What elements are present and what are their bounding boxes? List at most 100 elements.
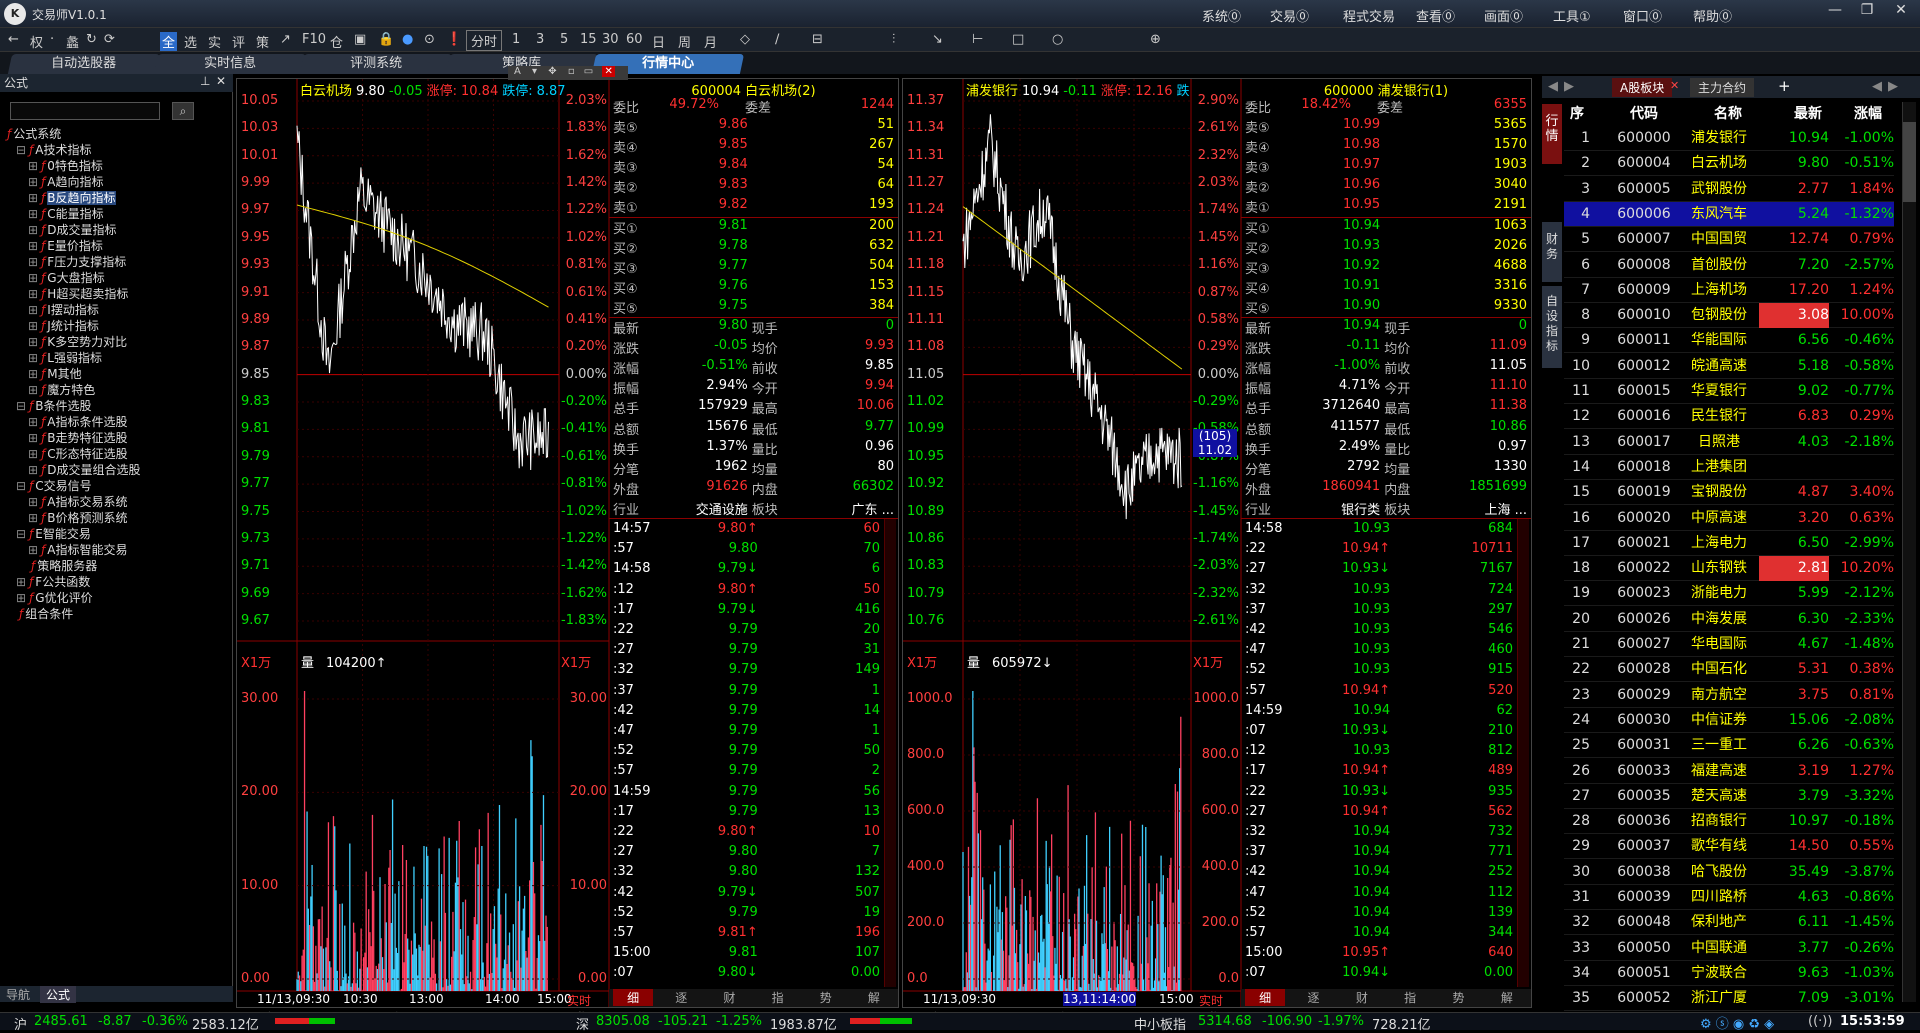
tree-node[interactable]: ƒ 组合条件 (0, 606, 233, 622)
period-3-button[interactable]: 3 (536, 32, 544, 47)
tree-node[interactable]: ⊞ ƒ A指标条件选股 (0, 414, 233, 430)
menu-tools[interactable]: 工具① (1553, 6, 1591, 25)
tree-node[interactable]: ⊞ ƒ J统计指标 (0, 318, 233, 334)
tick-scrollbar[interactable] (1517, 519, 1529, 987)
draw-target-icon[interactable]: ⊕ (1150, 32, 1161, 47)
draw-channel-icon[interactable]: ⊟ (812, 32, 823, 47)
quote-row[interactable]: 3 600005 武钢股份 2.77 1.84% (1564, 177, 1894, 202)
tab-auto-screener[interactable]: 自动选股器 (7, 54, 161, 74)
period-1-button[interactable]: 1 (512, 32, 520, 47)
close-button[interactable]: ✕ (1886, 2, 1916, 24)
strategy-button[interactable]: 策 (256, 32, 269, 51)
quote-row[interactable]: 31 600039 四川路桥 4.63 -0.86% (1564, 885, 1894, 910)
realtime-label[interactable]: 实时 (567, 992, 591, 1009)
expand-icon[interactable]: ⊞ (28, 447, 38, 461)
menu-view[interactable]: 查看⓪ (1416, 6, 1455, 25)
tree-node[interactable]: ⊟ ƒ B条件选股 (0, 398, 233, 414)
expand-icon[interactable]: ⊞ (28, 159, 38, 173)
expand-icon[interactable]: ⊞ (28, 175, 38, 189)
quote-row[interactable]: 8 600010 包钢股份 3.08 10.00% (1564, 303, 1894, 329)
tree-node[interactable]: ⊟ ƒ E智能交易 (0, 526, 233, 542)
scroll-right-icon[interactable]: ▶ (1888, 79, 1898, 94)
tab-formula[interactable]: 公式 (40, 986, 77, 1003)
tree-node[interactable]: ⊞ ƒ G大盘指标 (0, 270, 233, 286)
quote-row[interactable]: 13 600017 日照港 4.03 -2.18% (1564, 430, 1894, 455)
back-icon[interactable]: ← (8, 32, 19, 47)
expand-icon[interactable]: ⊞ (28, 463, 38, 477)
quote-row[interactable]: 33 600050 中国联通 3.77 -0.26% (1564, 936, 1894, 961)
quote-row[interactable]: 30 600038 哈飞股份 35.49 -3.87% (1564, 860, 1894, 885)
formula-search-input[interactable] (10, 102, 160, 120)
tree-node[interactable]: ⊞ ƒ D成交量指标 (0, 222, 233, 238)
expand-icon[interactable]: ⊞ (28, 287, 38, 301)
next-icon[interactable]: ▶ (1564, 79, 1574, 94)
prev-icon[interactable]: ◀ (1548, 79, 1558, 94)
quote-row[interactable]: 6 600008 首创股份 7.20 -2.57% (1564, 253, 1894, 278)
tree-node[interactable]: ƒ 公式系统 (0, 126, 233, 142)
tree-node[interactable]: ⊞ ƒ C能量指标 (0, 206, 233, 222)
tree-node[interactable]: ⊞ ƒ G优化评价 (0, 590, 233, 606)
quote-row[interactable]: 2 600004 白云机场 9.80 -0.51% (1564, 151, 1894, 177)
expand-icon[interactable]: ⊞ (28, 351, 38, 365)
add-tab-icon[interactable]: + (1778, 77, 1791, 95)
quote-row[interactable]: 9 600011 华能国际 6.56 -0.46% (1564, 328, 1894, 354)
realtime-button[interactable]: 实 (208, 32, 221, 51)
menu-trade[interactable]: 交易⓪ (1270, 6, 1309, 25)
quote-row[interactable]: 25 600031 三一重工 6.26 -0.63% (1564, 733, 1894, 759)
quote-list-scrollbar[interactable] (1902, 102, 1916, 1002)
expand-icon[interactable]: ⊞ (28, 319, 38, 333)
quote-row[interactable]: 27 600035 楚天高速 3.79 -3.32% (1564, 784, 1894, 809)
tree-node[interactable]: ⊞ ƒ 0特色指标 (0, 158, 233, 174)
order-book-tab[interactable]: 解 (1487, 989, 1527, 1006)
window-icon[interactable]: ▣ (354, 32, 366, 47)
quote-row[interactable]: 18 600022 山东钢铁 2.81 10.20% (1564, 556, 1894, 582)
all-button[interactable]: 全 (160, 32, 178, 51)
period-15-button[interactable]: 15 (580, 32, 597, 47)
reload-icon[interactable]: ⟳ (104, 32, 115, 47)
menu-program-trade[interactable]: 程式交易 (1343, 6, 1395, 25)
tab-evaluation[interactable]: 评测系统 (299, 54, 453, 74)
record-icon[interactable]: ● (402, 32, 413, 47)
quote-row[interactable]: 5 600007 中国国贸 12.74 0.79% (1564, 227, 1894, 253)
expand-icon[interactable]: ⊟ (16, 479, 26, 493)
period-week-button[interactable]: 周 (678, 32, 691, 51)
order-book-tab[interactable]: 解 (854, 989, 894, 1006)
expand-icon[interactable]: ⊞ (28, 207, 38, 221)
quote-row[interactable]: 1 600000 浦发银行 10.94 -1.00% (1564, 126, 1894, 151)
tree-node[interactable]: ⊞ ƒ B走势特征选股 (0, 430, 233, 446)
order-book-tab[interactable]: 财 (1342, 989, 1382, 1006)
quote-row[interactable]: 26 600033 福建高速 3.19 1.27% (1564, 759, 1894, 784)
col-change[interactable]: 涨幅 (1854, 103, 1882, 123)
tree-node[interactable]: ⊞ ƒ A指标交易系统 (0, 494, 233, 510)
dropdown-icon[interactable]: ▾ (532, 66, 537, 77)
quote-row[interactable]: 12 600016 民生银行 6.83 0.29% (1564, 404, 1894, 430)
expand-icon[interactable]: ⊞ (28, 303, 38, 317)
move-icon[interactable]: ✥ (548, 66, 556, 77)
tree-node[interactable]: ⊞ ƒ C形态特征选股 (0, 446, 233, 462)
tree-node[interactable]: ⊞ ƒ F公共函数 (0, 574, 233, 590)
expand-icon[interactable]: ⊟ (16, 527, 26, 541)
scroll-left-icon[interactable]: ◀ (1872, 79, 1882, 94)
order-book-tab[interactable]: 细 (1245, 989, 1286, 1006)
tree-node[interactable]: ƒ 策略服务器 (0, 558, 233, 574)
quote-row[interactable]: 11 600015 华夏银行 9.02 -0.77% (1564, 379, 1894, 404)
restore-button[interactable]: ❐ (1852, 2, 1882, 24)
tree-node[interactable]: ⊞ ƒ F压力支撑指标 (0, 254, 233, 270)
tab-nav[interactable]: 导航 (6, 986, 30, 1003)
tree-node[interactable]: ⊞ ƒ I摆动指标 (0, 302, 233, 318)
menu-screen[interactable]: 画面⓪ (1484, 6, 1523, 25)
quote-row[interactable]: 10 600012 皖通高速 5.18 -0.58% (1564, 354, 1894, 379)
col-code[interactable]: 代码 (1630, 103, 1658, 123)
expand-icon[interactable]: ⊞ (28, 223, 38, 237)
quote-row[interactable]: 23 600029 南方航空 3.75 0.81% (1564, 683, 1894, 708)
tree-node[interactable]: ⊞ ƒ H超买超卖指标 (0, 286, 233, 302)
expand-icon[interactable]: ⊟ (16, 399, 26, 413)
order-book-tab[interactable]: 指 (1390, 989, 1430, 1006)
tab-a-share-board[interactable]: A股板块 (1612, 78, 1673, 97)
period-month-button[interactable]: 月 (704, 32, 717, 51)
pin-icon[interactable]: ⊥ (200, 74, 210, 88)
expand-icon[interactable]: ⊞ (28, 191, 38, 205)
quote-row[interactable]: 21 600027 华电国际 4.67 -1.48% (1564, 632, 1894, 657)
tree-node[interactable]: ⊞ ƒ D成交量组合选股 (0, 462, 233, 478)
draw-arrow-icon[interactable]: ↘ (932, 32, 943, 47)
